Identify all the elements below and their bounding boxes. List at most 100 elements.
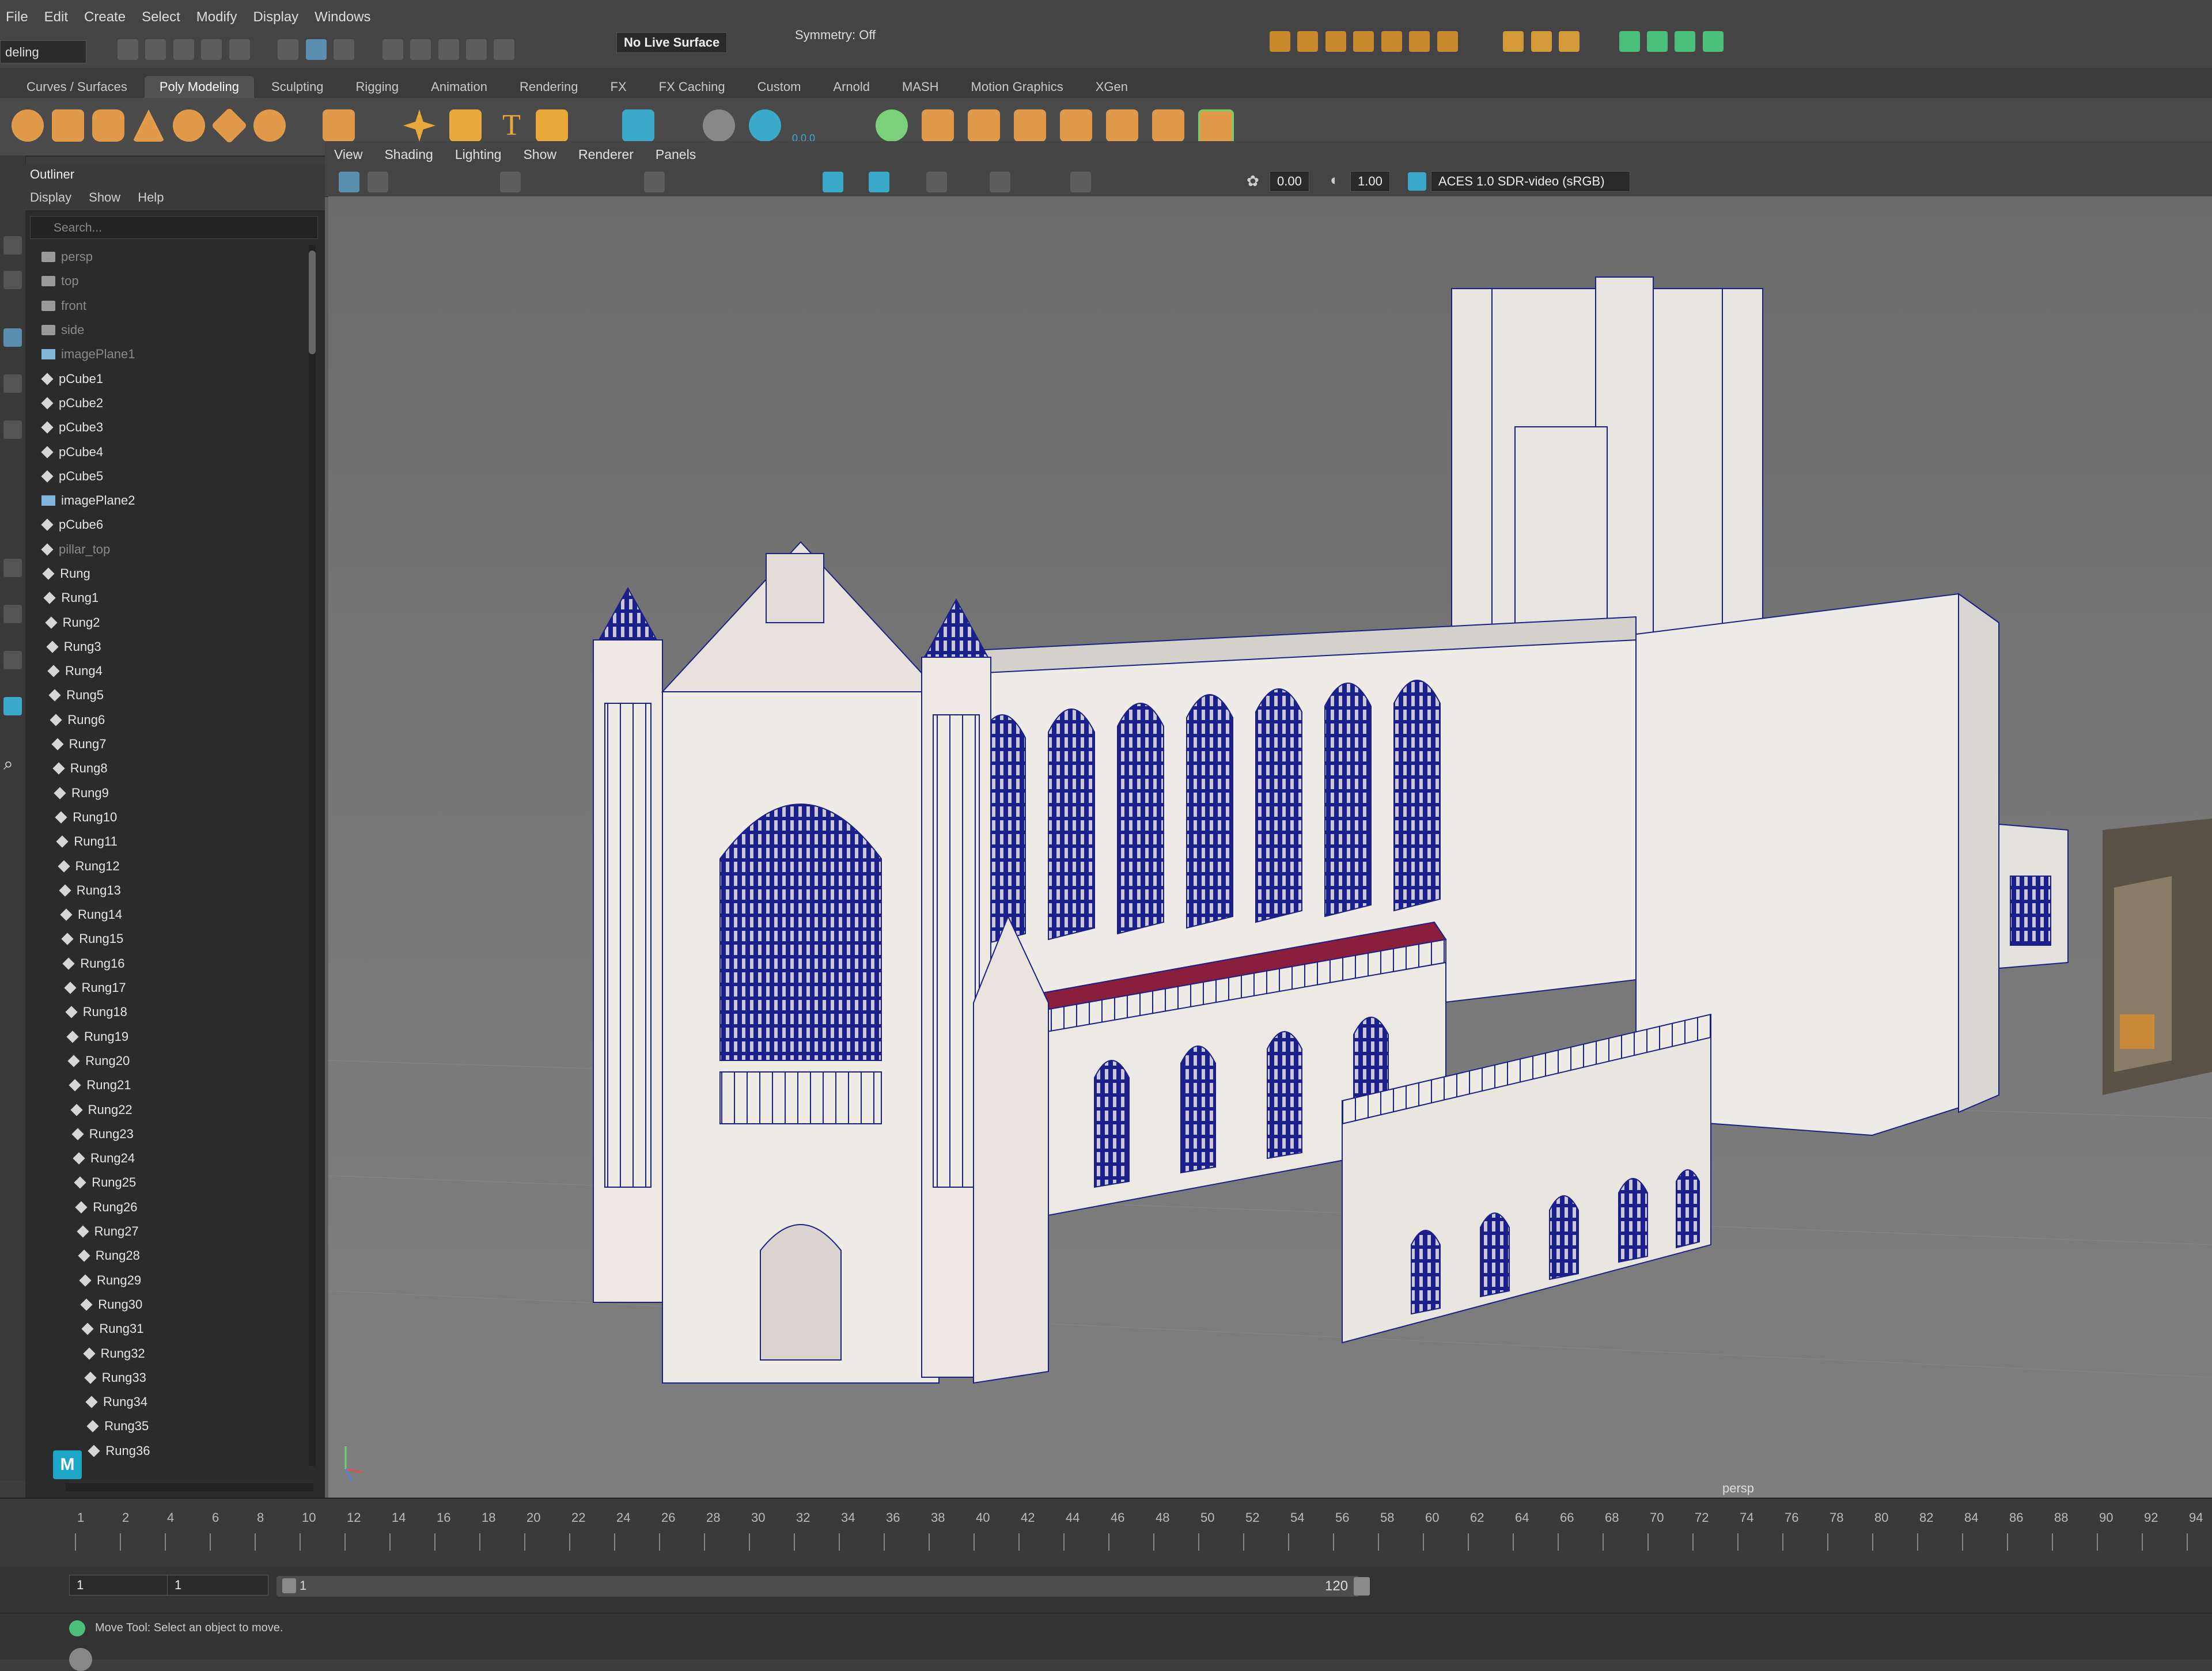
- four-view-layout-icon[interactable]: [3, 605, 22, 623]
- color-space-dropdown[interactable]: ACES 1.0 SDR-video (sRGB): [1431, 171, 1630, 192]
- outliner-item[interactable]: Rung6: [30, 708, 306, 732]
- shelf-tab-poly-modeling[interactable]: Poly Modeling: [144, 76, 255, 98]
- outliner-item[interactable]: Rung10: [30, 805, 306, 829]
- tool-settings-icon[interactable]: [1675, 31, 1696, 52]
- range-slider-handle[interactable]: [282, 1578, 296, 1593]
- single-perspective-layout-icon[interactable]: [3, 559, 22, 577]
- viewport-menu-renderer[interactable]: Renderer: [578, 147, 634, 162]
- new-scene-icon[interactable]: [118, 39, 138, 60]
- shelf-tab-mash[interactable]: MASH: [887, 76, 954, 98]
- outliner-item[interactable]: Rung35: [30, 1414, 306, 1438]
- animation-start-field[interactable]: 1: [69, 1575, 171, 1596]
- outliner-item[interactable]: Rung29: [30, 1268, 306, 1292]
- outliner-item[interactable]: pillar_top: [30, 537, 306, 562]
- render-settings-icon[interactable]: [1325, 31, 1346, 52]
- outliner-item[interactable]: Rung34: [30, 1390, 306, 1414]
- redo-icon[interactable]: [229, 39, 250, 60]
- outliner-item[interactable]: side: [30, 318, 306, 342]
- sweep-mesh-icon[interactable]: [403, 109, 435, 142]
- outliner-item[interactable]: Rung30: [30, 1293, 306, 1317]
- outliner-item[interactable]: Rung21: [30, 1073, 306, 1097]
- outliner-item[interactable]: pCube5: [30, 464, 306, 488]
- outliner-item[interactable]: Rung1: [30, 586, 306, 610]
- ipr-render-icon[interactable]: [1297, 31, 1319, 52]
- menu-edit[interactable]: Edit: [44, 9, 68, 25]
- outliner-item[interactable]: Rung22: [30, 1097, 306, 1121]
- outliner-item[interactable]: pCube1: [30, 366, 306, 391]
- poly-plane-icon[interactable]: [211, 107, 248, 144]
- snap-view-icon[interactable]: [465, 39, 487, 60]
- outliner-item[interactable]: Rung2: [30, 610, 306, 634]
- light-editor-icon[interactable]: [1409, 31, 1430, 52]
- playback-start-field[interactable]: 1: [167, 1575, 268, 1596]
- symmetry-status[interactable]: Symmetry: Off: [795, 28, 876, 43]
- shelf-tab-motion-graphics[interactable]: Motion Graphics: [956, 76, 1078, 98]
- outliner-item[interactable]: Rung16: [30, 952, 306, 976]
- menu-select[interactable]: Select: [142, 9, 180, 25]
- outliner-item[interactable]: Rung8: [30, 756, 306, 780]
- outliner-item[interactable]: Rung19: [30, 1025, 306, 1049]
- outliner-item[interactable]: Rung26: [30, 1195, 306, 1219]
- outliner-item[interactable]: Rung3: [30, 635, 306, 659]
- type-tool-icon[interactable]: T: [495, 109, 528, 142]
- shelf-tab-rigging[interactable]: Rigging: [341, 76, 414, 98]
- outliner-item[interactable]: pCube2: [30, 391, 306, 415]
- outliner-item[interactable]: Rung12: [30, 854, 306, 878]
- outliner-item[interactable]: pCube3: [30, 415, 306, 439]
- range-end-handle[interactable]: [1354, 1577, 1370, 1596]
- menu-file[interactable]: File: [6, 9, 28, 25]
- separate-icon[interactable]: [922, 109, 954, 142]
- poly-disc-icon[interactable]: [253, 109, 286, 142]
- outliner-scroll-thumb[interactable]: [309, 251, 316, 354]
- outliner-item[interactable]: Rung15: [30, 927, 306, 951]
- poly-cylinder-icon[interactable]: [92, 109, 124, 142]
- poly-torus-icon[interactable]: [173, 109, 205, 142]
- helix-icon[interactable]: [449, 109, 482, 142]
- shelf-tab-custom[interactable]: Custom: [743, 76, 816, 98]
- bake-pivot-icon[interactable]: [749, 109, 781, 142]
- viewport-menu-view[interactable]: View: [334, 147, 362, 162]
- outliner-item[interactable]: Rung31: [30, 1317, 306, 1341]
- smooth-shade-icon[interactable]: [869, 172, 889, 192]
- outliner-item[interactable]: Rung24: [30, 1146, 306, 1170]
- snap-surface-icon[interactable]: [494, 39, 515, 60]
- rotate-tool-icon[interactable]: [3, 374, 22, 393]
- menu-display[interactable]: Display: [253, 9, 298, 25]
- outliner-horizontal-scrollbar[interactable]: [66, 1483, 313, 1491]
- outliner-menu-show[interactable]: Show: [89, 190, 120, 205]
- shelf-tab-xgen[interactable]: XGen: [1081, 76, 1143, 98]
- viewport-menu-show[interactable]: Show: [523, 147, 556, 162]
- move-tool-icon[interactable]: [3, 328, 22, 347]
- poly-cube-icon[interactable]: [52, 109, 84, 142]
- shelf-tab-curves-surfaces[interactable]: Curves / Surfaces: [12, 76, 142, 98]
- uv-editor-icon[interactable]: [622, 109, 654, 142]
- platonic-solid-icon[interactable]: [323, 109, 355, 142]
- time-slider[interactable]: 1 2 4 6 8 10 12 14 16 18 20 22 24 26 28 30 32 34 36 38 40 42 4…: [0, 1498, 2212, 1568]
- measure-icon[interactable]: [1531, 31, 1552, 52]
- outliner-item[interactable]: Rung5: [30, 683, 306, 707]
- wireframe-on-shaded-icon[interactable]: [823, 172, 843, 192]
- outliner-item[interactable]: pCube6: [30, 513, 306, 537]
- outliner-item[interactable]: Rung9: [30, 781, 306, 805]
- shelf-tab-sculpting[interactable]: Sculpting: [256, 76, 339, 98]
- snap-grid-icon[interactable]: [382, 39, 403, 60]
- outliner-item[interactable]: pCube4: [30, 439, 306, 464]
- menu-set-dropdown[interactable]: deling: [0, 40, 86, 63]
- select-tool-icon[interactable]: [3, 236, 22, 255]
- extract-icon[interactable]: [968, 109, 1000, 142]
- snap-point-icon[interactable]: [438, 39, 459, 60]
- outliner-item[interactable]: Rung4: [30, 659, 306, 683]
- outliner-scrollbar[interactable]: [309, 245, 316, 1466]
- outliner-item[interactable]: Rung23: [30, 1122, 306, 1146]
- render-frame-icon[interactable]: [1270, 31, 1290, 52]
- search-icon[interactable]: ⌕: [3, 755, 22, 774]
- exposure-field[interactable]: 0.00: [1270, 171, 1309, 192]
- outliner-item[interactable]: Rung32: [30, 1341, 306, 1365]
- select-object-icon[interactable]: [305, 39, 327, 60]
- outliner-item[interactable]: Rung: [30, 562, 306, 586]
- bridge-icon[interactable]: [1198, 109, 1234, 145]
- outliner-item[interactable]: persp: [30, 245, 306, 269]
- select-component-icon[interactable]: [334, 39, 355, 60]
- attribute-editor-icon[interactable]: [1646, 31, 1668, 52]
- pencil-icon[interactable]: [1503, 31, 1524, 52]
